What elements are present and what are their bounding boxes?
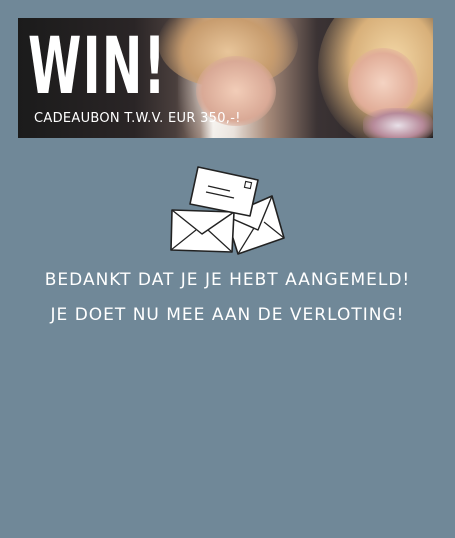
envelopes-icon bbox=[170, 166, 285, 255]
confirmation-message-line1: BEDANKT DAT JE JE HEBT AANGEMELD! bbox=[44, 270, 411, 290]
letter-card-icon bbox=[189, 166, 259, 217]
banner-headline: WIN! bbox=[28, 22, 167, 112]
promo-banner: WIN! CADEAUBON T.W.V. EUR 350,-! bbox=[18, 18, 433, 138]
confirmation-message-line2: JE DOET NU MEE AAN DE VERLOTING! bbox=[50, 305, 405, 325]
envelope-front-icon bbox=[170, 209, 235, 253]
banner-photo-scarf bbox=[363, 108, 433, 138]
banner-subline: CADEAUBON T.W.V. EUR 350,-! bbox=[34, 111, 241, 126]
